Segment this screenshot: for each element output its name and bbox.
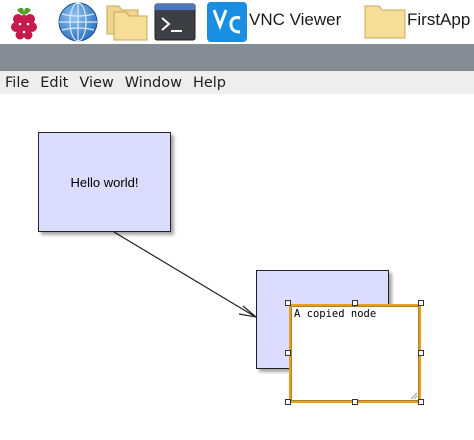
terminal-icon[interactable]: [154, 2, 196, 42]
vnc-viewer-label[interactable]: VNC Viewer: [249, 10, 341, 30]
taskbar: VNC Viewer FirstApp: [0, 0, 474, 44]
menu-bar: File Edit View Window Help: [0, 71, 474, 94]
firstapp-label[interactable]: FirstApp: [407, 10, 470, 30]
raspberry-menu-icon[interactable]: [4, 2, 44, 42]
vnc-viewer-icon[interactable]: [207, 2, 247, 42]
selection-handle-top-left[interactable]: [285, 300, 291, 306]
selection-handle-bottom-right[interactable]: [418, 399, 424, 405]
menu-window[interactable]: Window: [125, 75, 182, 91]
resize-grip-icon[interactable]: [410, 392, 418, 400]
window-title-bar[interactable]: [0, 44, 474, 71]
globe-browser-icon[interactable]: [57, 2, 99, 42]
selection-handle-left[interactable]: [285, 350, 291, 356]
selection-handle-bottom[interactable]: [352, 399, 358, 405]
hello-world-node-label: Hello world!: [70, 174, 139, 190]
hello-world-node[interactable]: Hello world!: [38, 132, 171, 232]
selection-handle-bottom-left[interactable]: [285, 399, 291, 405]
node-text-editor[interactable]: A copied node: [289, 304, 421, 403]
node-text-editor-content[interactable]: A copied node: [294, 308, 376, 320]
menu-view[interactable]: View: [79, 75, 113, 91]
selection-handle-top[interactable]: [352, 300, 358, 306]
menu-help[interactable]: Help: [193, 75, 226, 91]
selection-handle-top-right[interactable]: [418, 300, 424, 306]
menu-file[interactable]: File: [5, 75, 29, 91]
menu-edit[interactable]: Edit: [40, 75, 68, 91]
file-manager-folder-icon[interactable]: [104, 2, 150, 42]
firstapp-folder-icon[interactable]: [363, 2, 407, 42]
selection-handle-right[interactable]: [418, 350, 424, 356]
